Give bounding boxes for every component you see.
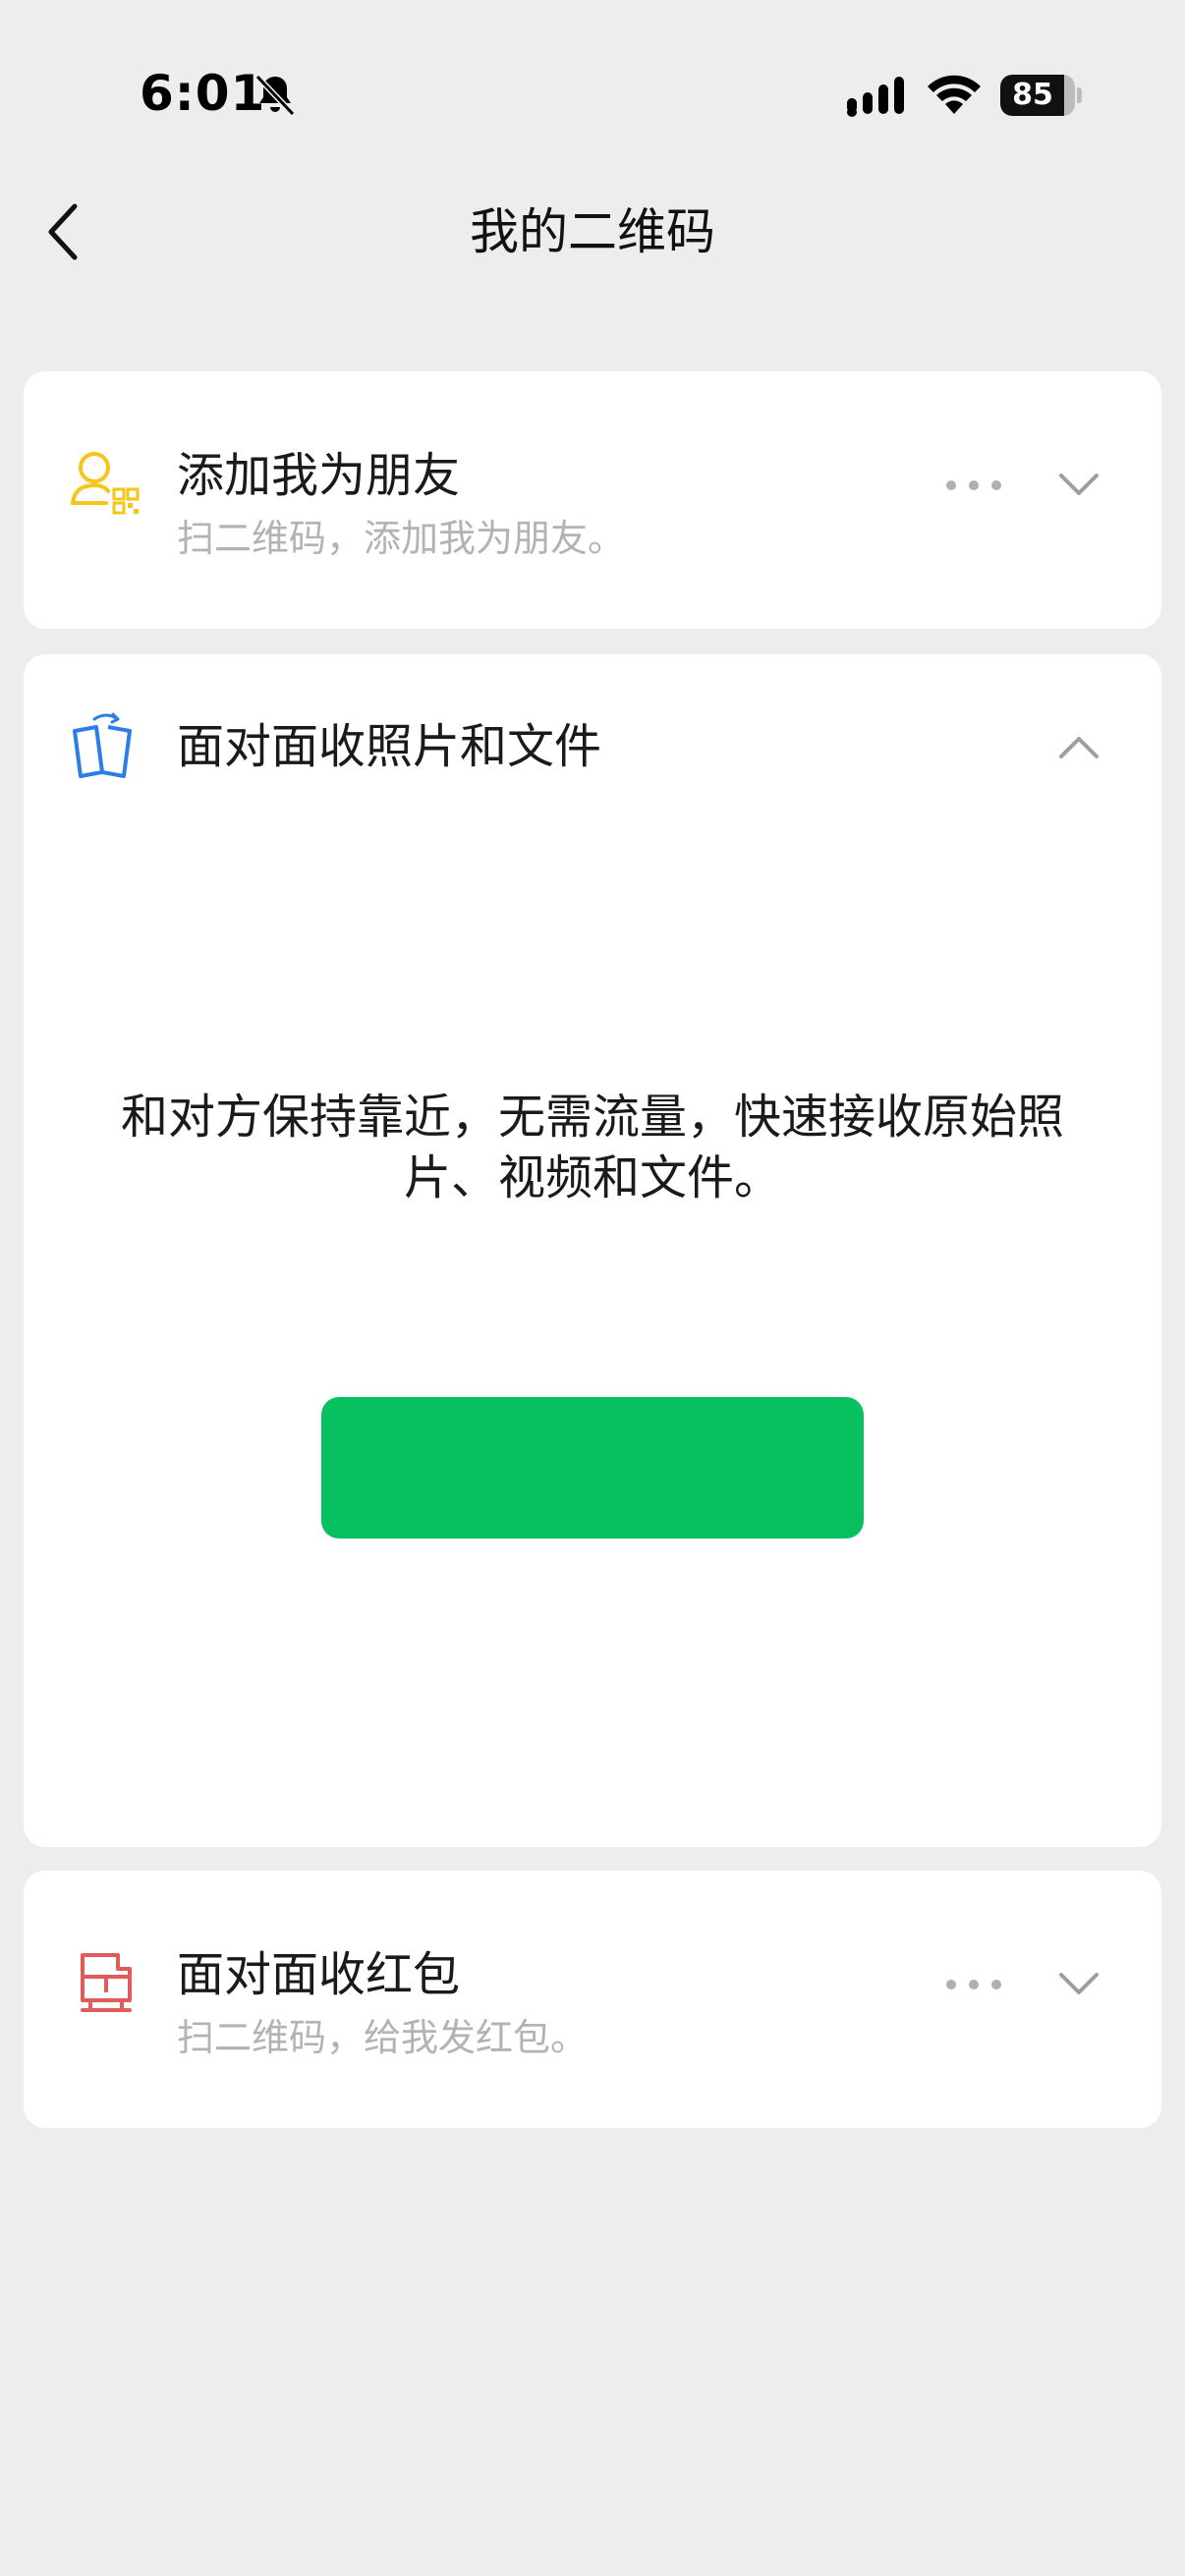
card-title: 面对面收红包: [177, 1947, 461, 2002]
status-bar: 6:01 85: [0, 0, 1185, 187]
cellular-signal-icon: [847, 77, 904, 117]
receive-button[interactable]: [321, 1397, 864, 1539]
chevron-down-icon[interactable]: [1055, 470, 1102, 499]
phone-transfer-icon: [73, 712, 132, 778]
battery-icon: 85: [1000, 75, 1082, 116]
chevron-up-icon[interactable]: [1055, 733, 1102, 762]
card-title: 添加我为朋友: [177, 448, 461, 503]
battery-percentage: 85: [1012, 78, 1053, 112]
red-packet-icon: [81, 1953, 132, 2012]
chevron-down-icon[interactable]: [1055, 1969, 1102, 1998]
bell-slash-icon: [254, 74, 296, 117]
card-subtitle: 扫二维码，给我发红包。: [177, 2016, 589, 2059]
card-title: 面对面收照片和文件: [177, 719, 602, 774]
card-subtitle: 扫二维码，添加我为朋友。: [177, 517, 626, 560]
more-options-icon[interactable]: [943, 1975, 1004, 1994]
status-time: 6:01: [140, 65, 266, 122]
card-add-friend[interactable]: 添加我为朋友 扫二维码，添加我为朋友。: [24, 371, 1161, 629]
wifi-icon: [928, 75, 981, 114]
card-face-to-face-files[interactable]: 面对面收照片和文件 和对方保持靠近，无需流量，快速接收原始照片、视频和文件。: [24, 654, 1161, 1847]
page-title: 我的二维码: [470, 203, 715, 260]
user-qrcode-icon: [71, 452, 140, 515]
card-red-packet[interactable]: 面对面收红包 扫二维码，给我发红包。: [24, 1871, 1161, 2128]
transfer-description: 和对方保持靠近，无需流量，快速接收原始照片、视频和文件。: [120, 1090, 1064, 1205]
more-options-icon[interactable]: [943, 476, 1004, 495]
